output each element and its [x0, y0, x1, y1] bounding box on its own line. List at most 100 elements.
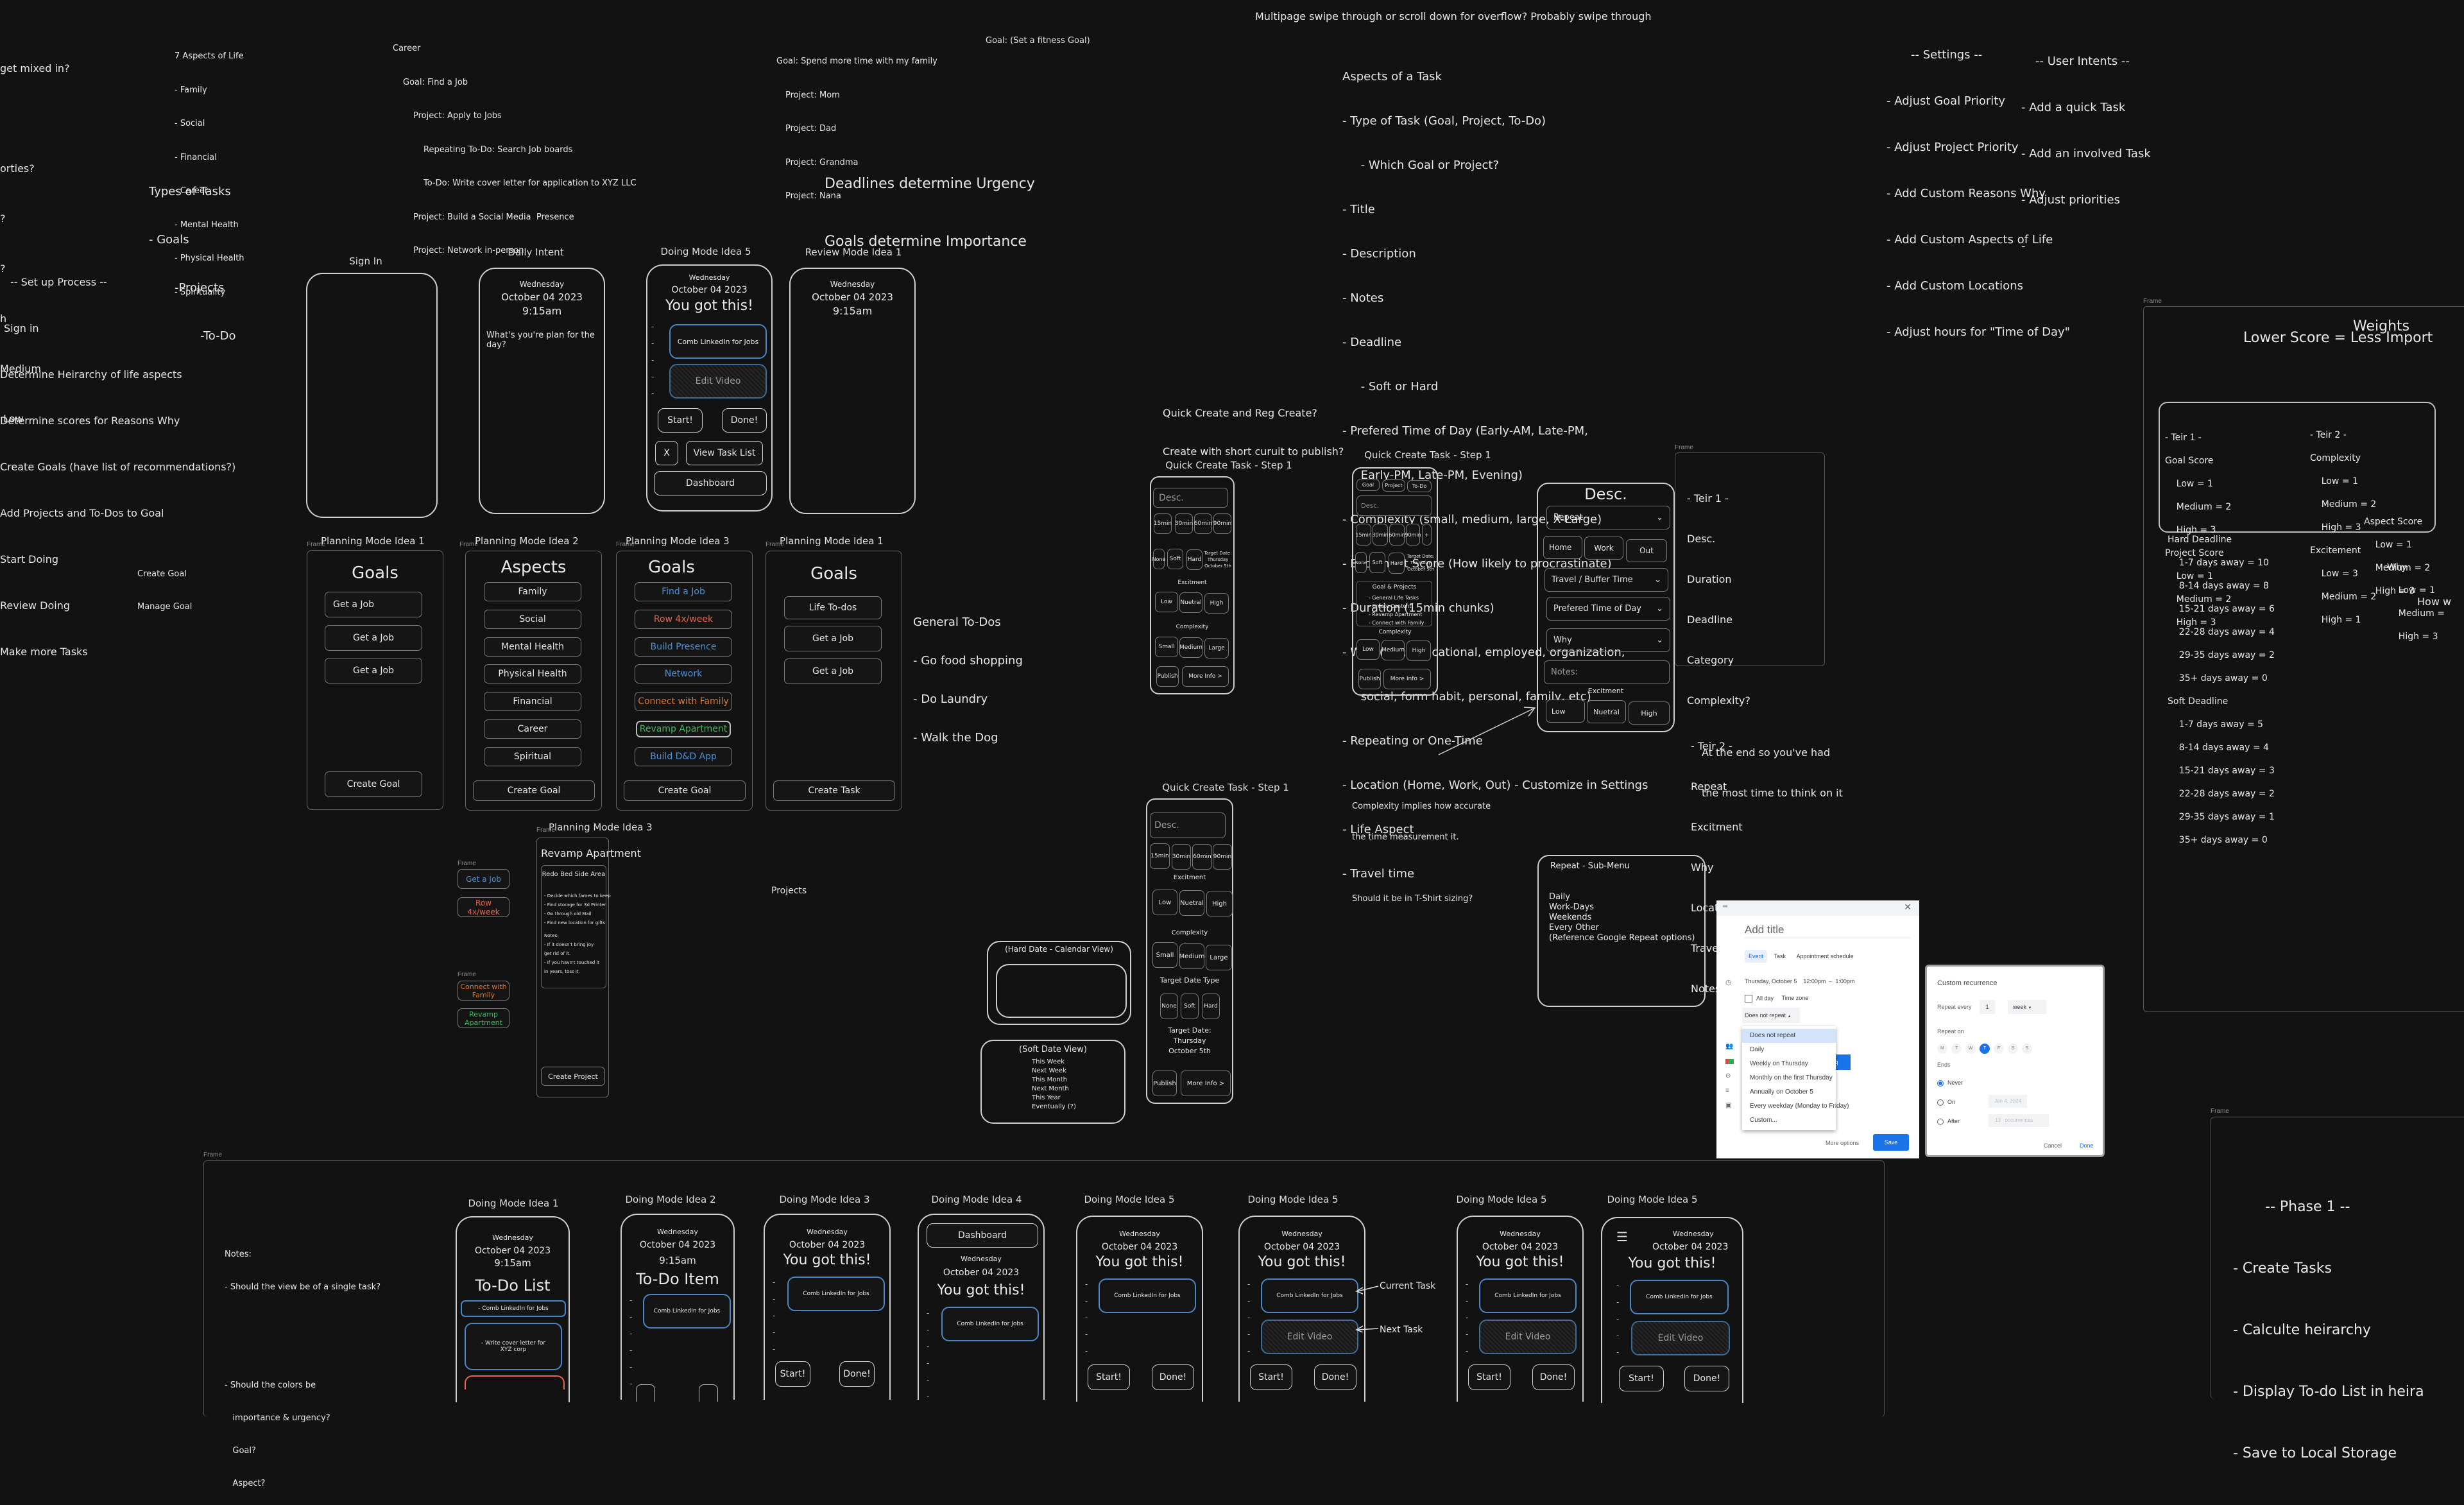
start-button[interactable]: Start!: [1619, 1366, 1664, 1391]
excitement-option[interactable]: High: [1206, 891, 1233, 916]
weekday-toggle[interactable]: T: [1951, 1044, 1962, 1054]
done-button[interactable]: [699, 1384, 718, 1402]
tab-appointment[interactable]: Appointment schedule: [1793, 950, 1858, 963]
goal-item[interactable]: Network: [635, 664, 732, 684]
complexity-option[interactable]: Medium: [1179, 943, 1205, 969]
done-button[interactable]: Done!: [1314, 1364, 1356, 1390]
create-goal-button[interactable]: Create Goal: [473, 780, 595, 801]
repeat-menu-option[interactable]: Weekly on Thursday: [1742, 1057, 1836, 1071]
aspect-item[interactable]: Mental Health: [484, 637, 581, 657]
close-button[interactable]: X: [655, 441, 678, 465]
repeat-dropdown[interactable]: Does not repeat ▲: [1742, 1008, 1800, 1023]
goal-chip[interactable]: Get a Job: [458, 869, 509, 889]
create-goal-button[interactable]: Create Goal: [325, 771, 422, 797]
goal-item[interactable]: Get a Job: [784, 626, 882, 651]
aspect-item[interactable]: Social: [484, 610, 581, 629]
repeat-option[interactable]: Daily: [1549, 892, 1695, 902]
done-button[interactable]: Done!: [839, 1361, 875, 1387]
current-task-card[interactable]: Comb LinkedIn for Jobs: [669, 324, 767, 359]
next-task-card[interactable]: Edit Video: [1631, 1321, 1730, 1355]
view-task-list-button[interactable]: View Task List: [686, 441, 763, 465]
duration-option[interactable]: 30min: [1175, 513, 1193, 534]
excitement-option[interactable]: Low: [1152, 890, 1177, 915]
start-button[interactable]: Start!: [1468, 1364, 1510, 1390]
more-info-button[interactable]: More Info >: [1181, 1071, 1231, 1096]
complexity-option[interactable]: High: [1407, 641, 1431, 661]
dashboard-button[interactable]: Dashboard: [654, 471, 767, 495]
goal-item[interactable]: Get a Job: [325, 592, 422, 617]
create-goal-button[interactable]: Create Goal: [624, 780, 746, 801]
weekday-toggle[interactable]: S: [2022, 1044, 2032, 1054]
notes-input[interactable]: Notes:: [1544, 660, 1670, 684]
next-task-card[interactable]: Edit Video: [1261, 1320, 1358, 1354]
done-button[interactable]: Done!: [1152, 1364, 1194, 1390]
soft-date-option[interactable]: This Year: [1032, 1094, 1076, 1103]
hamburger-menu-icon[interactable]: ☰: [1616, 1230, 1628, 1243]
complexity-option[interactable]: Low: [1356, 639, 1380, 660]
duration-option[interactable]: 90min: [1405, 524, 1421, 546]
repeat-menu-option[interactable]: Annually on October 5: [1742, 1085, 1836, 1099]
list-item[interactable]: - Create Content: [1369, 602, 1424, 610]
goal-item[interactable]: Build Presence: [635, 637, 732, 657]
start-button[interactable]: Start!: [658, 408, 703, 433]
duration-option[interactable]: 60min: [1194, 513, 1212, 534]
current-task-card[interactable]: Comb LinkedIn for Jobs: [1099, 1278, 1196, 1313]
weekday-toggle[interactable]: T: [1980, 1044, 1990, 1054]
complexity-option[interactable]: Large: [1206, 945, 1232, 970]
todo-item[interactable]: - Write cover letter for XYZ corp: [465, 1323, 562, 1370]
aspect-item[interactable]: Family: [484, 582, 581, 601]
goal-item[interactable]: Build D&D App: [635, 747, 732, 766]
location-option[interactable]: Out: [1626, 539, 1667, 562]
deadline-option[interactable]: None: [1160, 993, 1178, 1019]
goal-item[interactable]: Get a Job: [325, 625, 422, 651]
next-task-card[interactable]: Edit Video: [1479, 1320, 1577, 1354]
goal-chip[interactable]: Revamp Apartment: [458, 1008, 509, 1028]
duration-option[interactable]: 15min: [1355, 524, 1372, 546]
excitement-option[interactable]: High: [1629, 701, 1670, 725]
create-project-button[interactable]: Create Project: [541, 1067, 605, 1086]
complexity-option[interactable]: Small: [1155, 637, 1178, 657]
repeat-option[interactable]: Weekends: [1549, 913, 1695, 923]
done-button[interactable]: Done: [2080, 1142, 2094, 1149]
weekday-toggle[interactable]: M: [1937, 1044, 1947, 1054]
publish-button[interactable]: Publish: [1152, 1071, 1177, 1096]
duration-option[interactable]: 15min: [1154, 513, 1172, 534]
duration-option[interactable]: 90min: [1213, 513, 1231, 534]
location-option[interactable]: Home: [1543, 536, 1582, 559]
duration-option[interactable]: 60min: [1192, 844, 1212, 870]
repeat-option[interactable]: Every Other: [1549, 923, 1695, 933]
next-task-card[interactable]: Edit Video: [669, 364, 767, 399]
more-info-button[interactable]: More Info >: [1383, 669, 1431, 689]
excitement-option[interactable]: Low: [1155, 592, 1178, 612]
title-input[interactable]: Add title: [1745, 924, 1910, 938]
add-duration-button[interactable]: +: [1422, 524, 1432, 546]
deadline-option[interactable]: Soft: [1369, 552, 1385, 573]
todo-item[interactable]: - Comb LinkedIn for Jobs: [461, 1300, 566, 1317]
end-date-input[interactable]: Jan 4, 2024: [1989, 1095, 2027, 1108]
done-button[interactable]: Done!: [722, 408, 767, 433]
current-task-card[interactable]: Comb LinkedIn for Jobs: [643, 1294, 731, 1329]
desc-input[interactable]: Desc.: [1356, 495, 1432, 516]
location-option[interactable]: Work: [1584, 537, 1623, 560]
duration-option[interactable]: 90min: [1213, 844, 1232, 870]
goal-item[interactable]: Find a Job: [635, 582, 732, 601]
aspect-item[interactable]: Physical Health: [484, 664, 581, 684]
all-day-checkbox[interactable]: [1745, 995, 1752, 1002]
deadline-option[interactable]: Soft: [1181, 993, 1199, 1019]
list-item[interactable]: - Connect with Family: [1369, 619, 1424, 626]
goal-chip[interactable]: Row 4x/week: [458, 897, 509, 917]
repeat-option[interactable]: Work-Days: [1549, 902, 1695, 913]
soft-date-option[interactable]: Eventually (?): [1032, 1103, 1076, 1112]
weekday-toggle[interactable]: W: [1965, 1044, 1976, 1054]
repeat-unit-select[interactable]: week ▼: [2008, 1000, 2046, 1014]
duration-option[interactable]: 30min: [1372, 524, 1389, 546]
complexity-option[interactable]: Large: [1204, 638, 1229, 658]
task-type-option[interactable]: Goal: [1356, 479, 1380, 491]
create-task-button[interactable]: Create Task: [773, 780, 895, 801]
done-button[interactable]: Done!: [1532, 1364, 1575, 1390]
goal-item[interactable]: Row 4x/week: [635, 610, 732, 629]
repeat-menu-option[interactable]: Every weekday (Monday to Friday): [1742, 1099, 1849, 1114]
event-datetime[interactable]: Thursday, October 5 12:00pm – 1:00pm: [1745, 978, 1854, 985]
repeat-count-input[interactable]: 1: [1980, 1000, 1995, 1014]
duration-option[interactable]: 30min: [1172, 844, 1191, 870]
